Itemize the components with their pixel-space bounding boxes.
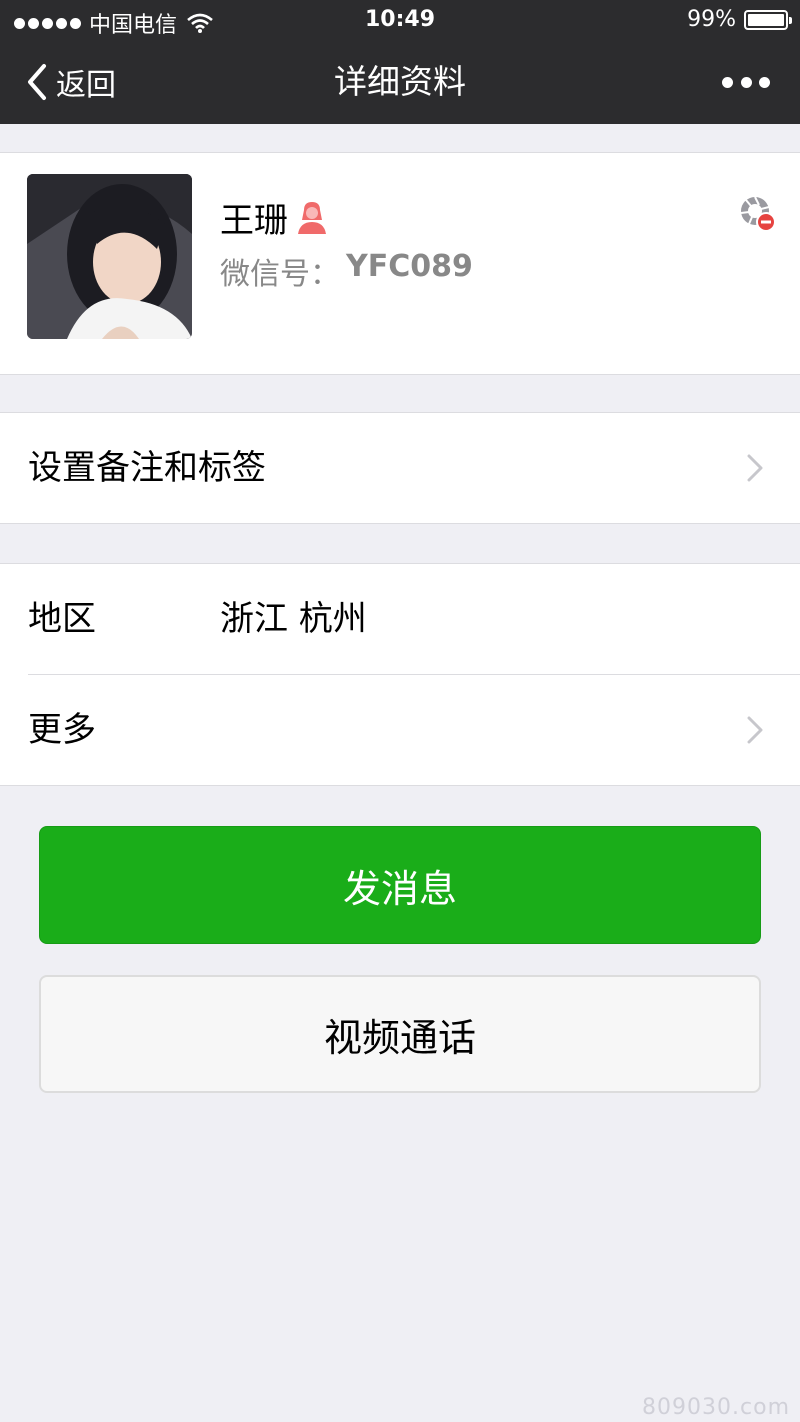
more-label: 更多 xyxy=(28,710,96,750)
status-bar: 中国电信 10:49 99% xyxy=(0,0,800,40)
wechat-id-label: 微信号： xyxy=(220,257,340,292)
page-title: 详细资料 xyxy=(334,62,466,101)
avatar[interactable] xyxy=(27,174,192,339)
chevron-right-icon xyxy=(747,716,763,744)
female-user-icon xyxy=(298,201,326,234)
set-remark-cell[interactable]: 设置备注和标签 xyxy=(0,413,800,523)
watermark-text: 809030.com xyxy=(642,1395,790,1420)
chevron-right-icon xyxy=(747,454,763,482)
region-label: 地区 xyxy=(28,599,96,639)
set-remark-label: 设置备注和标签 xyxy=(28,448,266,488)
info-group: 地区 浙江 杭州 更多 xyxy=(0,563,800,786)
profile-name-row: 王珊 xyxy=(220,193,332,242)
profile-name: 王珊 xyxy=(220,201,288,241)
more-cell[interactable]: 更多 xyxy=(0,675,800,785)
video-call-button[interactable]: 视频通话 xyxy=(39,975,761,1093)
battery-percent: 99% xyxy=(687,7,736,32)
status-time: 10:49 xyxy=(364,7,436,32)
region-cell: 地区 浙江 杭州 xyxy=(0,564,800,674)
profile-card: 王珊 微信号： YFC089 xyxy=(0,152,800,375)
navigation-bar: 返回 详细资料 xyxy=(0,40,800,124)
more-dots-icon[interactable] xyxy=(722,60,770,104)
region-value: 浙江 杭州 xyxy=(220,599,367,639)
remark-group: 设置备注和标签 xyxy=(0,412,800,524)
wechat-id-row: 微信号： YFC089 xyxy=(220,249,473,293)
avatar-image xyxy=(27,174,192,339)
battery-icon xyxy=(744,9,792,30)
wechat-id-value: YFC089 xyxy=(346,249,473,284)
status-right: 99% xyxy=(687,7,792,32)
blocked-moments-icon[interactable] xyxy=(738,193,778,233)
send-message-button[interactable]: 发消息 xyxy=(39,826,761,944)
